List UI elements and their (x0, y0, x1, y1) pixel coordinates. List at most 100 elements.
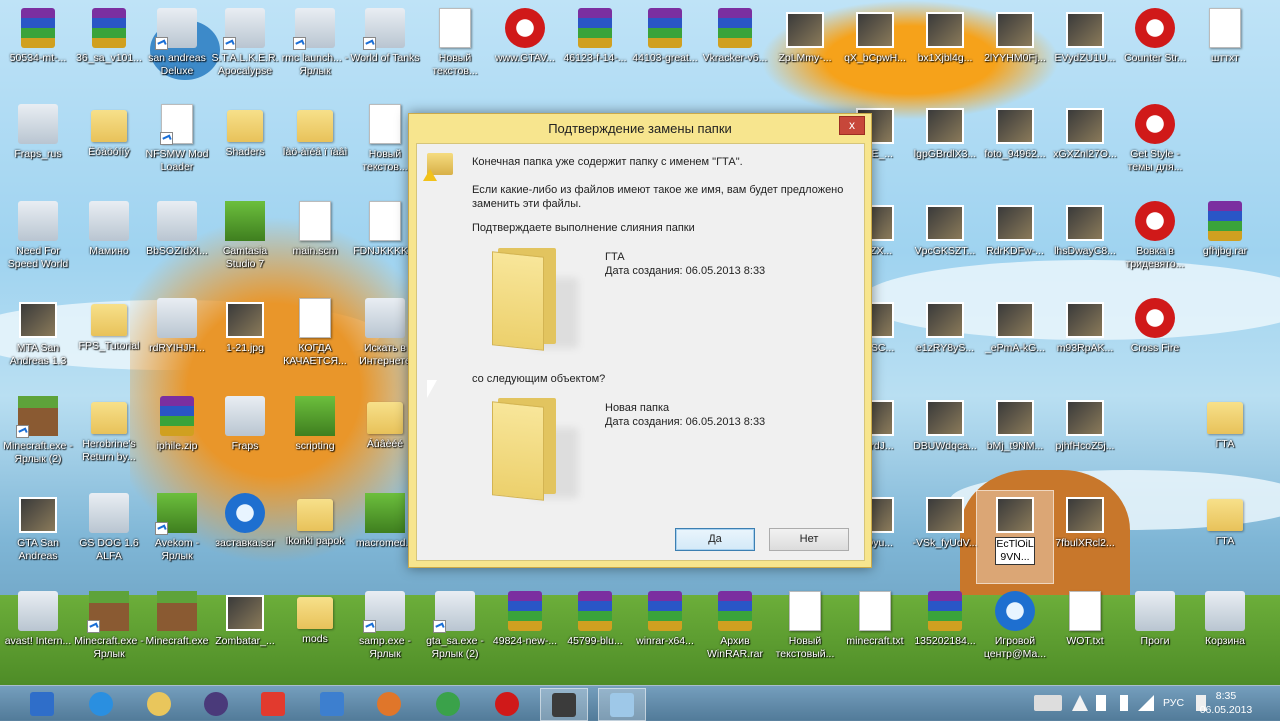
desktop-icon[interactable]: КОГДА КАЧАЕТСЯ... (277, 296, 353, 388)
action-center-flag-icon[interactable] (1096, 695, 1106, 711)
desktop-icon[interactable]: Zombatar_... (207, 589, 283, 681)
desktop-icon[interactable]: Новый текстов... (417, 6, 493, 98)
desktop-icon[interactable]: NFSMW Mod Loader (139, 102, 215, 194)
target-folder-icon[interactable] (492, 398, 578, 501)
no-button[interactable]: Нет (769, 528, 849, 551)
taskbar-button[interactable] (309, 688, 355, 719)
desktop-icon[interactable]: lgpGBrdlX3... (907, 102, 983, 194)
close-button[interactable]: x (839, 116, 865, 135)
desktop-icon[interactable]: main.scm (277, 199, 353, 291)
desktop-icon[interactable]: Вовка в тридевято... (1117, 199, 1193, 291)
desktop-icon[interactable]: FPS_Tutorial (71, 296, 147, 388)
desktop-icon[interactable]: BbSOZIdXI... (139, 199, 215, 291)
taskbar-button[interactable] (136, 688, 182, 719)
desktop-icon[interactable]: 44103-great... (627, 6, 703, 98)
taskbar-button[interactable] (193, 688, 239, 719)
desktop-icon[interactable]: Need For Speed World (0, 199, 76, 291)
taskbar-button[interactable] (250, 688, 296, 719)
desktop-icon[interactable]: _ePmA-kG... (977, 296, 1053, 388)
desktop-icon[interactable]: foto_94962... (977, 102, 1053, 194)
desktop-icon[interactable]: ГТА (1187, 394, 1263, 486)
clock[interactable]: 8:35 06.05.2013 (1196, 689, 1256, 717)
desktop-icon[interactable]: Minecraft.exe (139, 589, 215, 681)
desktop-icon[interactable]: 50534-mt-... (0, 6, 76, 98)
battery-icon[interactable] (1120, 695, 1128, 711)
desktop-icon[interactable]: GTA San Andreas (0, 491, 76, 583)
taskbar-button[interactable] (366, 688, 412, 719)
taskbar-button[interactable] (19, 688, 65, 719)
desktop-icon[interactable]: qX_bCpwH... (837, 6, 913, 98)
desktop-icon[interactable]: 7fbulXRcl2... (1047, 491, 1123, 583)
desktop-icon[interactable]: WOT.txt (1047, 589, 1123, 681)
desktop-icon[interactable]: 45799-blu... (557, 589, 633, 681)
desktop-icon[interactable]: -VSk_fyUdV... (907, 491, 983, 583)
desktop-icon[interactable]: Vkracker-v6... (697, 6, 773, 98)
desktop-icon[interactable]: 36_sa_v101... (71, 6, 147, 98)
desktop-icon[interactable]: S.T.A.L.K.E.R. Apocalypse (207, 6, 283, 98)
desktop-icon[interactable]: minecraft.txt (837, 589, 913, 681)
desktop-icon[interactable]: Проги (1117, 589, 1193, 681)
dialog-titlebar[interactable]: Подтверждение замены папки x (409, 114, 871, 143)
desktop-icon[interactable]: ZpLMmy-... (767, 6, 843, 98)
desktop-icon[interactable]: rmc launch... - Ярлык (277, 6, 353, 98)
desktop-icon[interactable]: Архив WinRAR.rar (697, 589, 773, 681)
desktop-icon[interactable]: pjhfHcoZ5j... (1047, 394, 1123, 486)
desktop-icon[interactable]: 49824-new-... (487, 589, 563, 681)
desktop-icon[interactable]: Get Style - темы для... (1117, 102, 1193, 194)
desktop-icon[interactable]: RdrKDFw-... (977, 199, 1053, 291)
desktop-icon[interactable]: winrar-x64... (627, 589, 703, 681)
desktop-icon[interactable]: GS DOG 1.6 ALFA (71, 491, 147, 583)
desktop-icon[interactable]: Игровой центр@Ма... (977, 589, 1053, 681)
desktop-icon[interactable]: m93RpAK... (1047, 296, 1123, 388)
desktop-icon[interactable]: Minecraft.exe - Ярлык (2) (0, 394, 76, 486)
desktop-icon[interactable]: Shaders (207, 102, 283, 194)
desktop-icon[interactable]: EVydZU1U... (1047, 6, 1123, 98)
desktop-icon[interactable]: san andreas Deluxe (139, 6, 215, 98)
desktop-icon[interactable]: VpcGKSZT... (907, 199, 983, 291)
desktop-icon[interactable]: Cross Fire (1117, 296, 1193, 388)
desktop-icon[interactable]: ГТА (1187, 491, 1263, 583)
desktop-icon[interactable]: DBUWdqca... (907, 394, 983, 486)
taskbar-button[interactable] (425, 688, 471, 719)
keyboard-icon[interactable] (1034, 695, 1062, 711)
desktop-icon[interactable]: Herobrine's Return by... (71, 394, 147, 486)
desktop-icon[interactable]: Minecraft.exe - Ярлык (71, 589, 147, 681)
desktop-icon[interactable]: gfhjbg.rar (1187, 199, 1263, 291)
desktop-icon[interactable]: Ïàö-àïéâ ï ïàâì (277, 102, 353, 194)
desktop-icon[interactable]: Camtasia Studio 7 (207, 199, 283, 291)
desktop-icon[interactable]: World of Tanks (347, 6, 423, 98)
desktop-icon[interactable]: 46123-f-14-... (557, 6, 633, 98)
taskbar-button[interactable] (540, 688, 588, 721)
desktop-icon[interactable]: bMj_t9NM... (977, 394, 1053, 486)
show-hidden-icons-chevron-icon[interactable] (1072, 695, 1088, 711)
network-icon[interactable] (1138, 695, 1154, 711)
desktop-icon[interactable]: avast! Intern... (0, 589, 76, 681)
desktop-icon[interactable]: www.GTAV... (487, 6, 563, 98)
desktop-icon[interactable]: Counter Str... (1117, 6, 1193, 98)
desktop-icon[interactable]: заставка.scr (207, 491, 283, 583)
desktop-icon[interactable]: samp.exe - Ярлык (347, 589, 423, 681)
desktop-icon[interactable]: Ikonki papok (277, 491, 353, 583)
desktop-icon[interactable]: Корзина (1187, 589, 1263, 681)
desktop-icon[interactable]: шттхт (1187, 6, 1263, 98)
desktop-icon[interactable]: iphile.zip (139, 394, 215, 486)
desktop-icon[interactable]: Ëóàöóííý (71, 102, 147, 194)
desktop-icon[interactable]: Fraps_rus (0, 102, 76, 194)
desktop-icon[interactable]: Avekom - Ярлык (139, 491, 215, 583)
desktop-icon[interactable]: Мамино (71, 199, 147, 291)
desktop-icon[interactable]: e1zRY8yS... (907, 296, 983, 388)
desktop-icon[interactable]: gta_sa.exe - Ярлык (2) (417, 589, 493, 681)
desktop-icon[interactable]: rdRYIHJH... (139, 296, 215, 388)
desktop-icon[interactable]: mods (277, 589, 353, 681)
language-indicator[interactable]: РУС (1163, 697, 1184, 709)
desktop-icon[interactable]: 135202184... (907, 589, 983, 681)
taskbar-button[interactable] (598, 688, 646, 721)
taskbar-button[interactable] (78, 688, 124, 719)
desktop-icon[interactable]: bx1Xjbl4g... (907, 6, 983, 98)
desktop-icon[interactable]: MTA San Andreas 1.3 (0, 296, 76, 388)
desktop-icon[interactable]: Новый текстовый... (767, 589, 843, 681)
desktop-icon[interactable]: 1-21.jpg (207, 296, 283, 388)
desktop-icon[interactable]: EcTlOiL9VN... (976, 490, 1054, 584)
desktop-icon[interactable]: lhsDwayC8... (1047, 199, 1123, 291)
desktop-icon[interactable]: xGXZnl27O... (1047, 102, 1123, 194)
